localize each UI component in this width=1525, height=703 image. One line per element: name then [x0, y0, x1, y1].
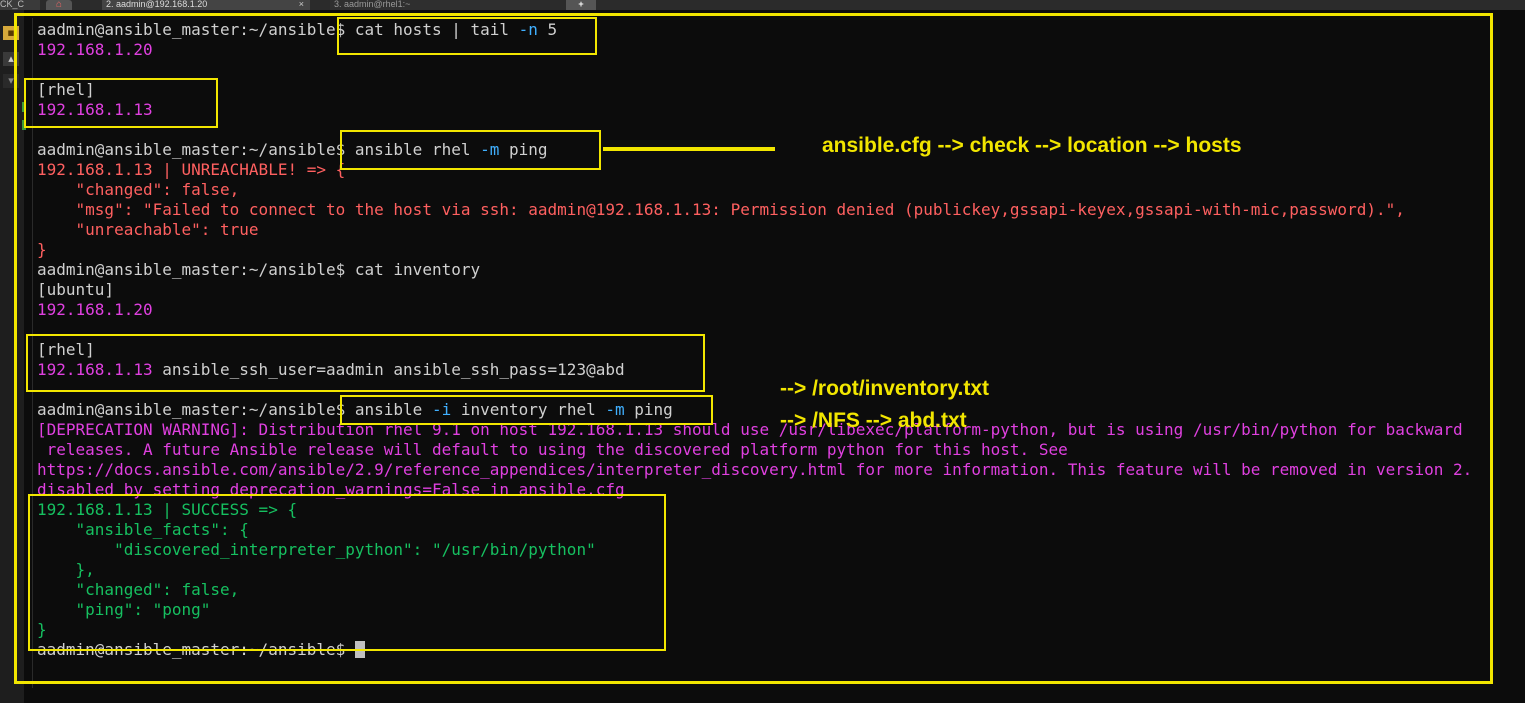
command-flag: -n	[518, 20, 538, 39]
tab-session-3[interactable]: 3. aadmin@rhel1:~	[330, 0, 530, 10]
terminal-line: "ansible_facts": {	[37, 520, 249, 539]
inventory-vars: ansible_ssh_user=aadmin ansible_ssh_pass…	[152, 360, 625, 379]
command-text: ping	[624, 400, 673, 419]
terminal-line: [ubuntu]	[37, 280, 115, 299]
annotation-arrow	[603, 147, 775, 151]
shell-prompt: aadmin@ansible_master:~/ansible$	[37, 140, 346, 159]
terminal-line: disabled by setting deprecation_warnings…	[37, 480, 625, 499]
command-flag: -i	[431, 400, 452, 419]
terminal-line: aadmin@ansible_master:~/ansible$ cat hos…	[37, 20, 557, 40]
terminal-line: [rhel]	[37, 340, 95, 359]
terminal-line: aadmin@ansible_master:~/ansible$	[37, 640, 365, 660]
terminal-line: "ping": "pong"	[37, 600, 211, 619]
tab-session-2-label: 2. aadmin@192.168.1.20	[106, 0, 208, 9]
side-toolbar: ▪ ▴ ▾	[0, 10, 26, 703]
shell-prompt: aadmin@ansible_master:~/ansible$	[37, 640, 346, 659]
terminal-line: 192.168.1.20	[37, 300, 153, 319]
tool-icon[interactable]: ▴	[3, 52, 19, 66]
command-text: 5	[537, 20, 558, 39]
terminal-line: 192.168.1.13 | SUCCESS => {	[37, 500, 298, 519]
terminal-cursor[interactable]	[354, 641, 365, 658]
terminal-output[interactable]: aadmin@ansible_master:~/ansible$ cat hos…	[37, 20, 1525, 680]
terminal-line: "unreachable": true	[37, 220, 259, 239]
shell-prompt: aadmin@ansible_master:~/ansible$	[37, 20, 346, 39]
terminal-line: aadmin@ansible_master:~/ansible$ ansible…	[37, 400, 673, 420]
shell-prompt: aadmin@ansible_master:~/ansible$	[37, 260, 346, 279]
command-text: ansible rhel	[345, 140, 481, 159]
terminal-line: }	[37, 620, 47, 639]
terminal-line: 192.168.1.13 | UNREACHABLE! => {	[37, 160, 346, 179]
terminal-line: "changed": false,	[37, 580, 240, 599]
tab-session-2[interactable]: 2. aadmin@192.168.1.20 ×	[102, 0, 310, 10]
command-flag: -m	[605, 400, 625, 419]
annotation-note: --> /root/inventory.txt	[780, 377, 990, 400]
command-text: ansible	[345, 400, 432, 419]
tab-partial[interactable]: CK_C	[0, 0, 40, 10]
folder-icon[interactable]: ▪	[3, 26, 19, 40]
divider	[32, 18, 33, 688]
close-icon[interactable]: ×	[299, 0, 304, 9]
scroll-icon[interactable]: ▾	[3, 74, 19, 88]
terminal-line: },	[37, 560, 95, 579]
annotation-note: ansible.cfg --> check --> location --> h…	[822, 134, 1242, 157]
shell-prompt: aadmin@ansible_master:~/ansible$	[37, 400, 346, 419]
status-indicator-icon	[22, 120, 26, 130]
terminal-line: "changed": false,	[37, 180, 240, 199]
terminal-line: }	[37, 240, 47, 259]
terminal-line: "discovered_interpreter_python": "/usr/b…	[37, 540, 596, 559]
status-indicator-icon	[22, 102, 26, 112]
terminal-line: releases. A future Ansible release will …	[37, 440, 1068, 459]
tab-bar: CK_C ⌂ 2. aadmin@192.168.1.20 × 3. aadmi…	[0, 0, 1525, 10]
annotation-note: --> /NFS --> abd.txt	[780, 409, 967, 432]
terminal-line: 192.168.1.13 ansible_ssh_user=aadmin ans…	[37, 360, 625, 380]
command-flag: -m	[480, 140, 500, 159]
home-tab-icon[interactable]: ⌂	[46, 0, 72, 10]
terminal-line: [rhel]	[37, 80, 95, 99]
tab-session-3-label: 3. aadmin@rhel1:~	[334, 0, 411, 9]
command-text: inventory rhel	[451, 400, 606, 419]
terminal-line: 192.168.1.13	[37, 100, 153, 119]
new-tab-button[interactable]: +	[566, 0, 596, 10]
terminal-line: aadmin@ansible_master:~/ansible$ cat inv…	[37, 260, 480, 280]
command-text	[345, 640, 355, 659]
terminal-line: "msg": "Failed to connect to the host vi…	[37, 200, 1405, 219]
command-text: cat hosts | tail	[345, 20, 519, 39]
terminal-line: [DEPRECATION WARNING]: Distribution rhel…	[37, 420, 1463, 439]
terminal-line: 192.168.1.20	[37, 40, 153, 59]
terminal-line: https://docs.ansible.com/ansible/2.9/ref…	[37, 460, 1473, 479]
command-text: cat inventory	[345, 260, 481, 279]
host-ip: 192.168.1.13	[37, 360, 153, 379]
command-text: ping	[499, 140, 548, 159]
terminal-line: aadmin@ansible_master:~/ansible$ ansible…	[37, 140, 548, 160]
